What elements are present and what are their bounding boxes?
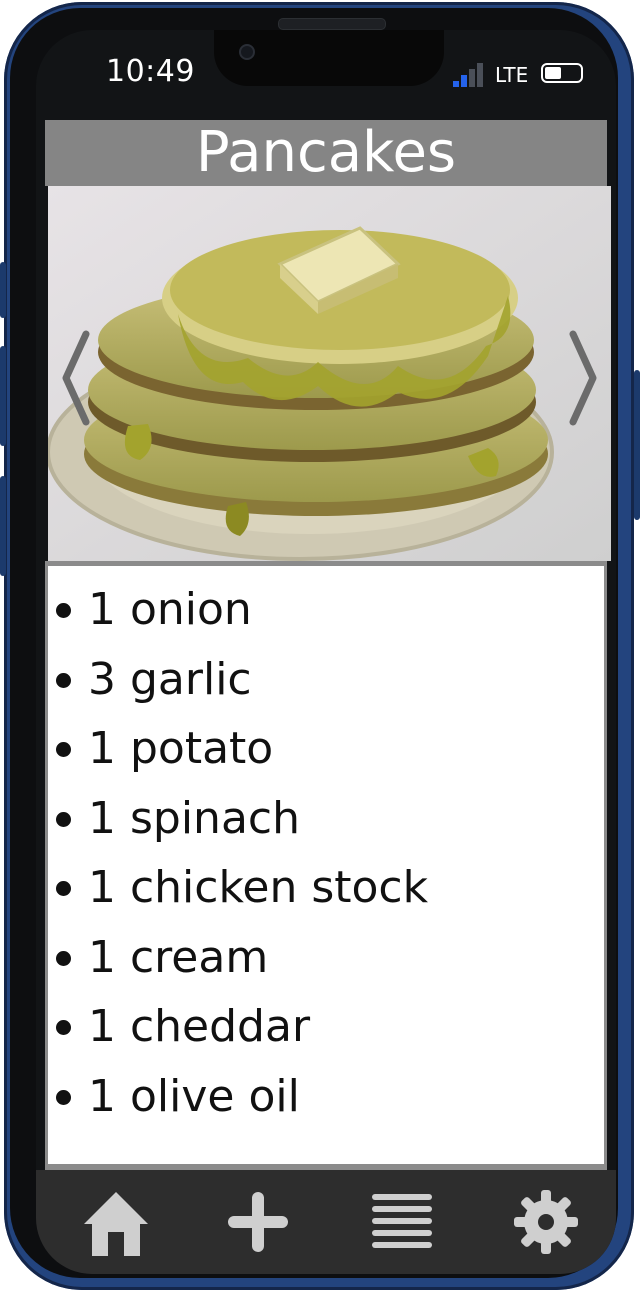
list-icon xyxy=(372,1194,432,1248)
ingredient-label: 1 chicken stock xyxy=(88,862,429,913)
signal-bar xyxy=(469,69,475,87)
bullet-icon xyxy=(56,603,71,618)
pancake-stack-photo xyxy=(48,186,611,561)
signal-bar xyxy=(461,75,467,87)
ingredient-label: 1 potato xyxy=(88,723,274,774)
title-bar: Pancakes xyxy=(45,120,607,186)
list-item: 1 spinach xyxy=(48,789,604,859)
list-item: 1 potato xyxy=(48,719,604,789)
tab-add[interactable] xyxy=(218,1182,298,1262)
volume-down-button xyxy=(0,346,6,446)
screen: 10:49 LTE Pancakes 1 onion 3 garlic 1 po… xyxy=(36,30,616,1274)
phone-bezel: 10:49 LTE Pancakes 1 onion 3 garlic 1 po… xyxy=(10,8,618,1278)
ingredient-label: 1 cheddar xyxy=(88,1001,311,1052)
tab-home[interactable] xyxy=(76,1182,156,1262)
page-title: Pancakes xyxy=(195,120,457,185)
notch xyxy=(214,30,444,86)
recipe-photo[interactable] xyxy=(48,186,611,561)
ingredient-label: 1 olive oil xyxy=(88,1070,300,1122)
carousel-next-button[interactable] xyxy=(565,328,605,428)
speaker-grille xyxy=(278,18,386,30)
bullet-icon xyxy=(56,811,71,827)
list-item: 1 chicken stock xyxy=(48,858,604,928)
front-camera xyxy=(239,44,255,60)
tab-settings[interactable] xyxy=(506,1182,586,1262)
bullet-icon xyxy=(56,950,71,966)
list-item: 1 onion xyxy=(48,580,604,650)
bullet-icon xyxy=(56,1020,71,1035)
bullet-icon xyxy=(56,672,71,688)
carousel-prev-button[interactable] xyxy=(54,328,94,428)
tab-list[interactable] xyxy=(362,1182,442,1262)
ingredient-label: 1 spinach xyxy=(88,792,300,844)
tab-bar xyxy=(36,1170,616,1274)
list-item: 1 olive oil xyxy=(48,1067,604,1137)
bullet-icon xyxy=(56,742,71,757)
chevron-left-icon xyxy=(62,330,90,426)
bullet-icon xyxy=(56,881,71,896)
ingredient-label: 1 cream xyxy=(88,931,269,983)
power-button xyxy=(634,370,640,520)
volume-up-button xyxy=(0,262,6,318)
list-item: 3 garlic xyxy=(48,650,604,720)
gear-icon xyxy=(514,1190,578,1254)
ingredient-label: 3 garlic xyxy=(88,653,252,705)
chevron-right-icon xyxy=(569,330,597,426)
battery-icon xyxy=(541,63,583,83)
volume-rocker xyxy=(0,476,6,576)
signal-strength-icon xyxy=(453,61,493,87)
signal-bar xyxy=(453,81,459,87)
network-type-label: LTE xyxy=(495,63,529,87)
ingredient-list: 1 onion 3 garlic 1 potato 1 spinach 1 ch… xyxy=(45,566,607,1164)
list-item: 1 cream xyxy=(48,928,604,998)
signal-bar xyxy=(477,63,483,87)
plus-icon xyxy=(228,1192,288,1252)
list-item: 1 cheddar xyxy=(48,997,604,1067)
status-time: 10:49 xyxy=(106,54,195,89)
battery-level xyxy=(545,67,561,79)
home-icon xyxy=(84,1192,148,1256)
bullet-icon xyxy=(56,1089,71,1105)
ingredient-label: 1 onion xyxy=(88,584,252,635)
